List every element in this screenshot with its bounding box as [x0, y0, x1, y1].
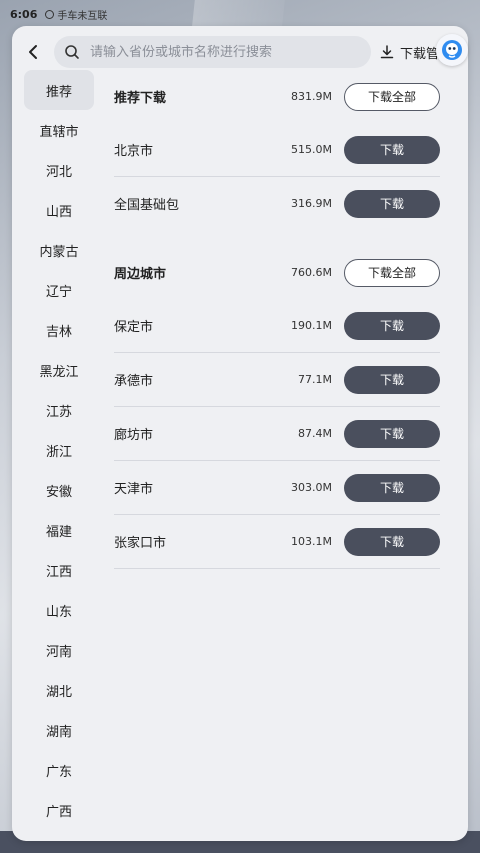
list-item: 保定市 190.1M 下载: [114, 299, 440, 353]
sidebar-item-liaoning[interactable]: 辽宁: [24, 270, 94, 310]
item-size: 77.1M: [298, 373, 332, 386]
list-item: 张家口市 103.1M 下载: [114, 515, 440, 569]
section-header-recommend: 推荐下载 831.9M 下载全部: [114, 70, 440, 123]
sidebar-item-hebei[interactable]: 河北: [24, 150, 94, 190]
item-size: 103.1M: [291, 535, 332, 548]
download-button[interactable]: 下载: [344, 189, 440, 218]
back-button[interactable]: [22, 40, 44, 64]
section-size: 831.9M: [291, 90, 332, 103]
chevron-left-icon: [29, 45, 37, 59]
sidebar-item-jilin[interactable]: 吉林: [24, 310, 94, 350]
assistant-icon: [442, 40, 462, 60]
network-icon: [45, 9, 55, 19]
sidebar-item-recommend[interactable]: 推荐: [24, 70, 94, 110]
item-size: 303.0M: [291, 481, 332, 494]
list-item: 天津市 303.0M 下载: [114, 461, 440, 515]
list-item: 全国基础包 316.9M 下载: [114, 177, 440, 230]
network-label: 手车未互联: [57, 10, 108, 22]
item-name: 承德市: [114, 374, 154, 389]
section-title: 周边城市: [114, 267, 167, 282]
sidebar-item-guangdong[interactable]: 广东: [24, 750, 94, 790]
item-name: 张家口市: [114, 536, 167, 551]
download-icon: [380, 44, 394, 60]
sidebar-item-fujian[interactable]: 福建: [24, 510, 94, 550]
item-size: 316.9M: [291, 197, 332, 210]
sidebar-item-jiangsu[interactable]: 江苏: [24, 390, 94, 430]
download-button[interactable]: 下载: [344, 473, 440, 502]
item-name: 天津市: [114, 482, 154, 497]
list-item: 承德市 77.1M 下载: [114, 353, 440, 407]
sidebar-item-hunan[interactable]: 湖南: [24, 710, 94, 750]
item-name: 北京市: [114, 144, 154, 159]
download-button[interactable]: 下载: [344, 365, 440, 394]
sidebar-item-municipality[interactable]: 直辖市: [24, 110, 94, 150]
status-time: 6:06: [10, 7, 38, 21]
download-button[interactable]: 下载: [344, 419, 440, 448]
search-box[interactable]: [54, 36, 371, 68]
item-name: 保定市: [114, 320, 154, 335]
item-name: 全国基础包: [114, 198, 180, 213]
list-item: 廊坊市 87.4M 下载: [114, 407, 440, 461]
item-size: 87.4M: [298, 427, 332, 440]
sidebar-item-guangxi[interactable]: 广西: [24, 790, 94, 830]
download-button[interactable]: 下载: [344, 527, 440, 556]
sidebar-item-jiangxi[interactable]: 江西: [24, 550, 94, 590]
sidebar-item-hubei[interactable]: 湖北: [24, 670, 94, 710]
section-title: 推荐下载: [114, 91, 167, 106]
search-input[interactable]: [88, 43, 362, 61]
status-bar: 6:06 手车未互联: [0, 0, 480, 28]
sidebar-item-zhejiang[interactable]: 浙江: [24, 430, 94, 470]
sidebar-item-shandong[interactable]: 山东: [24, 590, 94, 630]
network-status: 手车未互联: [45, 7, 107, 22]
voice-assistant-button[interactable]: [436, 34, 468, 66]
item-size: 190.1M: [291, 319, 332, 332]
item-name: 廊坊市: [114, 428, 154, 443]
sidebar-item-heilongjiang[interactable]: 黑龙江: [24, 350, 94, 390]
sidebar-item-inner-mongolia[interactable]: 内蒙古: [24, 230, 94, 270]
download-all-button[interactable]: 下载全部: [344, 82, 440, 111]
download-button[interactable]: 下载: [344, 135, 440, 164]
offline-map-panel: 下载管理 推荐 直辖市 河北 山西 内蒙古 辽宁 吉林 黑龙江 江苏 浙江 安徽…: [12, 26, 468, 841]
item-size: 515.0M: [291, 143, 332, 156]
search-icon: [64, 44, 80, 60]
download-list: 推荐下载 831.9M 下载全部 北京市 515.0M 下载 全国基础包 316…: [114, 70, 440, 569]
province-sidebar: 推荐 直辖市 河北 山西 内蒙古 辽宁 吉林 黑龙江 江苏 浙江 安徽 福建 江…: [12, 70, 106, 830]
sidebar-item-shanxi[interactable]: 山西: [24, 190, 94, 230]
section-header-nearby: 周边城市 760.6M 下载全部: [114, 246, 440, 299]
list-item: 北京市 515.0M 下载: [114, 123, 440, 177]
section-size: 760.6M: [291, 266, 332, 279]
download-all-button[interactable]: 下载全部: [344, 258, 440, 287]
download-button[interactable]: 下载: [344, 311, 440, 340]
sidebar-item-henan[interactable]: 河南: [24, 630, 94, 670]
sidebar-item-anhui[interactable]: 安徽: [24, 470, 94, 510]
